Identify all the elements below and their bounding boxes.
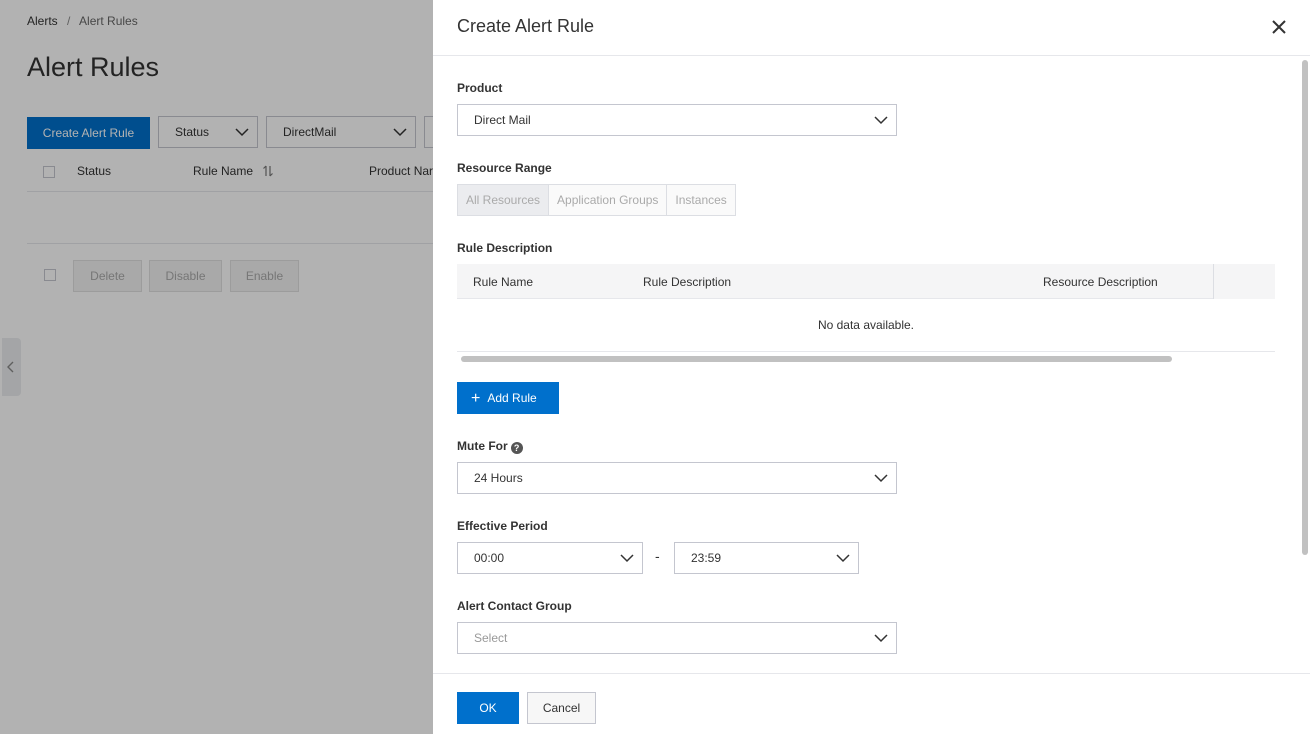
drawer-footer: OK Cancel bbox=[433, 673, 1310, 734]
effective-period-start-select[interactable]: 00:00 bbox=[457, 542, 643, 574]
column-header-rule-name: Rule Name bbox=[473, 275, 534, 289]
product-select-value: Direct Mail bbox=[474, 113, 531, 127]
alert-contact-group-label: Alert Contact Group bbox=[457, 599, 572, 613]
close-icon[interactable] bbox=[1268, 16, 1290, 38]
chevron-down-icon bbox=[874, 116, 888, 125]
help-icon[interactable]: ? bbox=[510, 442, 523, 454]
ok-button[interactable]: OK bbox=[457, 692, 519, 724]
radio-all-resources[interactable]: All Resources bbox=[457, 184, 550, 216]
mute-for-label: Mute For? bbox=[457, 439, 523, 454]
column-header-resource-description: Resource Description bbox=[1043, 275, 1158, 289]
chevron-down-icon bbox=[874, 474, 888, 483]
create-alert-rule-drawer: Create Alert Rule Product Direct Mail Re… bbox=[433, 0, 1310, 734]
column-header-actions bbox=[1213, 264, 1275, 299]
product-label: Product bbox=[457, 81, 503, 95]
resource-range-label: Resource Range bbox=[457, 161, 552, 175]
alert-contact-group-placeholder: Select bbox=[474, 631, 508, 645]
rule-table-header: Rule Name Rule Description Resource Desc… bbox=[457, 264, 1275, 299]
vertical-scrollbar[interactable] bbox=[1302, 60, 1308, 555]
product-select[interactable]: Direct Mail bbox=[457, 104, 897, 136]
mute-for-select[interactable]: 24 Hours bbox=[457, 462, 897, 494]
radio-instances[interactable]: Instances bbox=[666, 184, 736, 216]
mute-for-value: 24 Hours bbox=[474, 471, 523, 485]
add-rule-button[interactable]: + Add Rule bbox=[457, 382, 559, 414]
column-header-rule-description: Rule Description bbox=[643, 275, 732, 289]
drawer-header: Create Alert Rule bbox=[433, 0, 1310, 56]
effective-period-end-select[interactable]: 23:59 bbox=[674, 542, 859, 574]
chevron-down-icon bbox=[836, 554, 850, 563]
drawer-body: Product Direct Mail Resource Range All R… bbox=[433, 56, 1310, 673]
resource-range-radio-group: All Resources Application Groups Instanc… bbox=[457, 184, 736, 216]
rule-description-table: Rule Name Rule Description Resource Desc… bbox=[457, 264, 1275, 352]
period-separator: - bbox=[655, 548, 660, 564]
effective-period-label: Effective Period bbox=[457, 519, 548, 533]
table-empty-text: No data available. bbox=[457, 299, 1275, 352]
rule-description-label: Rule Description bbox=[457, 241, 553, 255]
chevron-down-icon bbox=[620, 554, 634, 563]
chevron-down-icon bbox=[874, 634, 888, 643]
horizontal-scrollbar[interactable] bbox=[461, 356, 1172, 362]
radio-application-groups[interactable]: Application Groups bbox=[548, 184, 668, 216]
effective-period-end-value: 23:59 bbox=[691, 551, 722, 565]
alert-contact-group-select[interactable]: Select bbox=[457, 622, 897, 654]
plus-icon: + bbox=[471, 390, 481, 407]
effective-period-start-value: 00:00 bbox=[474, 551, 505, 565]
add-rule-label: Add Rule bbox=[487, 391, 537, 405]
mute-for-label-text: Mute For bbox=[457, 439, 508, 453]
cancel-button[interactable]: Cancel bbox=[527, 692, 596, 724]
drawer-title: Create Alert Rule bbox=[457, 16, 595, 36]
